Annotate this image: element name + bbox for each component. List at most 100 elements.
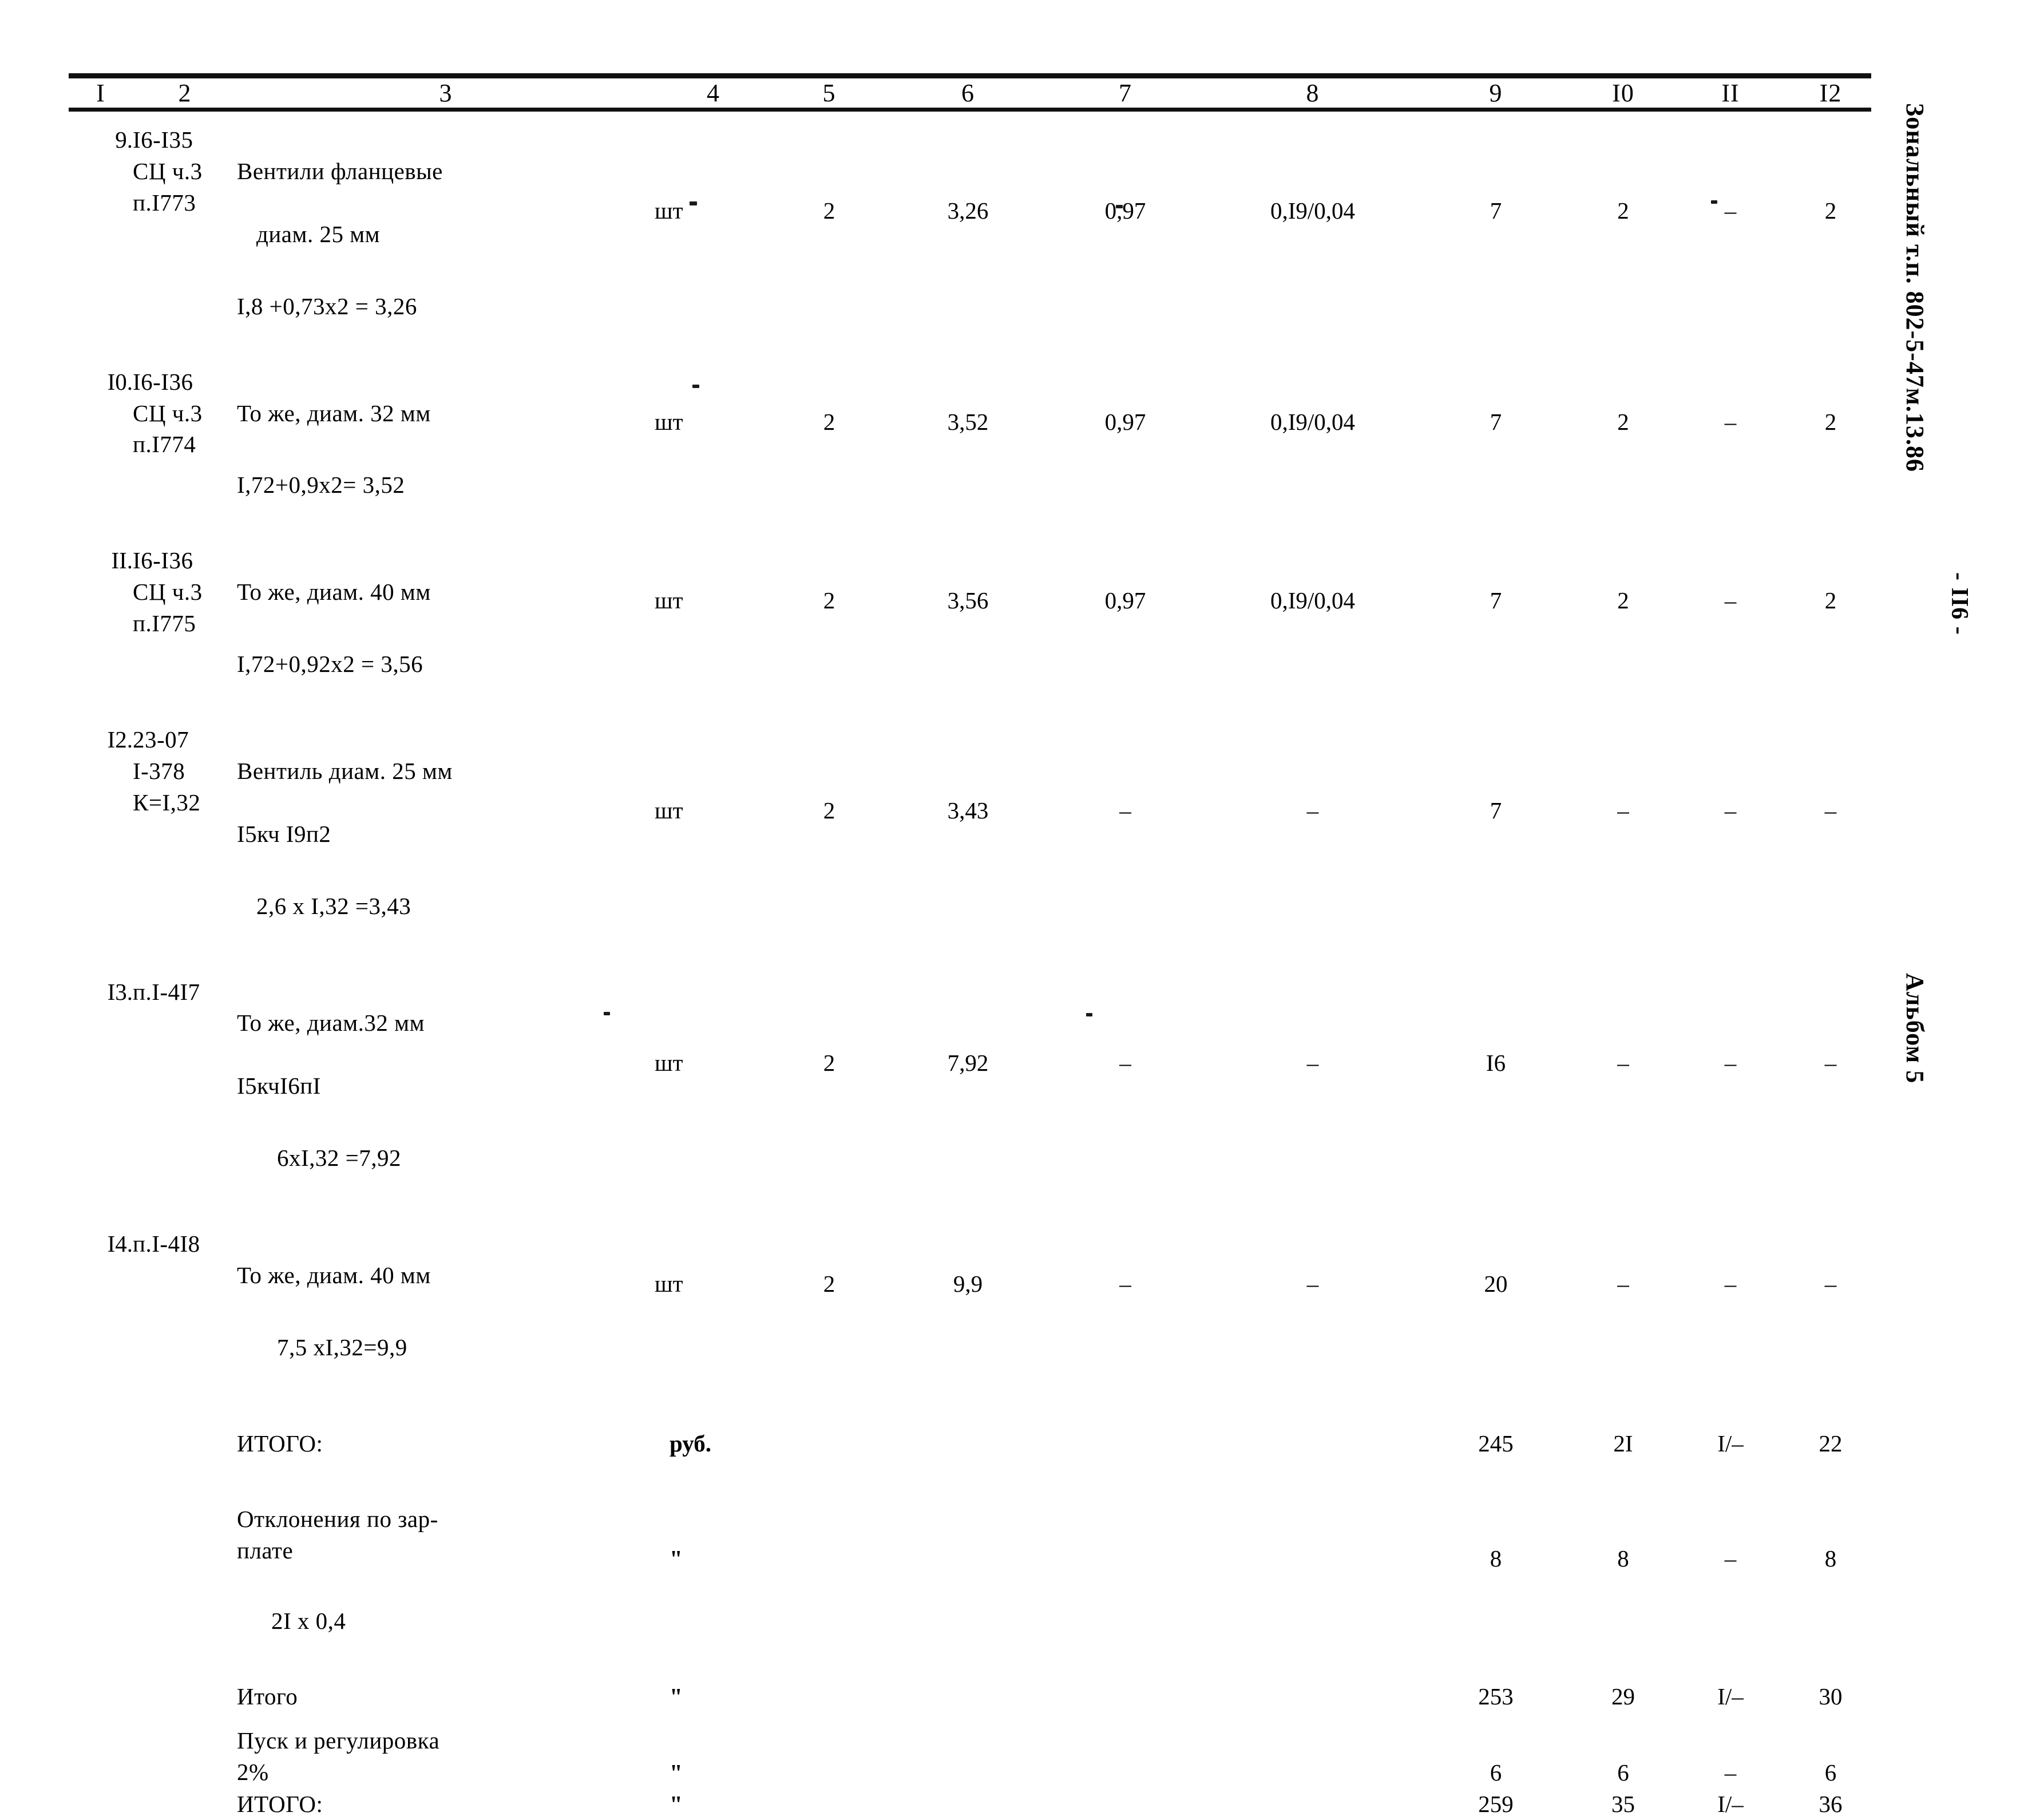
totals-row: Итого " 253 29 I/– 30 — [69, 1681, 1879, 1712]
estimate-table-block: I 2 3 4 5 6 7 8 9 I0 II I2 9. I6-I35 СЦ … — [69, 73, 1871, 1820]
row-col9: I6 — [1486, 1049, 1506, 1076]
desc-line-3: I,8 +0,73х2 = 3,26 — [237, 292, 417, 319]
desc-line-2: I5кч I9п2 — [237, 820, 331, 847]
row-col12: 2 — [1824, 408, 1837, 435]
row-col12: – — [1824, 1271, 1837, 1297]
row-unit-text: шт — [655, 197, 683, 224]
totals-empty-6 — [886, 1789, 1049, 1820]
totals-empty-1 — [69, 1681, 133, 1712]
row-col7: 0,97 — [1104, 408, 1146, 435]
estimate-table: I 2 3 4 5 6 7 8 9 I0 II I2 — [69, 78, 1879, 108]
totals-col9: 253 — [1478, 1683, 1514, 1710]
row-col7: 0,97 — [1104, 197, 1146, 224]
totals-unit: руб. — [670, 1430, 711, 1457]
totals-col10: 29 — [1611, 1683, 1635, 1710]
row-number: I0. — [107, 368, 133, 395]
row-unit-text: шт — [655, 1271, 683, 1297]
row-spacer — [69, 1395, 1879, 1428]
row-description: То же, диам. 32 мм I,72+0,9х2= 3,52 — [237, 366, 655, 533]
table-header-row: I 2 3 4 5 6 7 8 9 I0 II I2 — [69, 78, 1879, 108]
table-top-rule — [69, 73, 1871, 78]
column-header-3: 3 — [439, 79, 453, 107]
totals-col9: 6 — [1490, 1759, 1502, 1786]
row-col5: 2 — [823, 587, 835, 614]
row-unit-text: шт — [655, 587, 683, 614]
totals-empty-1 — [69, 1472, 133, 1669]
row-col9: 7 — [1490, 408, 1502, 435]
totals-unit: " — [670, 1683, 683, 1710]
totals-empty-7 — [1049, 1428, 1201, 1459]
totals-unit-text: " — [670, 1545, 683, 1572]
totals-row: ИТОГО: руб. 245 2I I/– 22 — [69, 1428, 1879, 1459]
scan-speck — [1116, 205, 1123, 208]
totals-col11: – — [1724, 1759, 1737, 1786]
row-col5: 2 — [823, 1049, 835, 1076]
row-col6: 3,56 — [947, 587, 989, 614]
totals-unit: " — [655, 1725, 772, 1789]
row-number: I2. — [107, 726, 133, 753]
row-unit-text: шт — [655, 1049, 683, 1076]
totals-empty-1 — [69, 1428, 133, 1459]
row-col5: 2 — [823, 797, 835, 824]
row-col6: 3,43 — [947, 797, 989, 824]
row-col11: – — [1724, 797, 1737, 824]
desc-line-1: То же, диам.32 мм — [237, 1010, 425, 1036]
totals-empty-2 — [133, 1681, 237, 1712]
row-col8: – — [1306, 1049, 1319, 1076]
totals-empty-5 — [772, 1789, 886, 1820]
row-number: II. — [111, 547, 133, 574]
scan-speck — [692, 385, 699, 388]
row-code: I6-I36 СЦ ч.3 п.I774 — [133, 368, 203, 458]
desc-line-3: 6хI,32 =7,92 — [277, 1145, 402, 1172]
row-code: п.I-4I8 — [133, 1231, 200, 1257]
column-header-6: 6 — [961, 79, 975, 107]
column-header-7: 7 — [1119, 79, 1132, 107]
scan-speck — [604, 1012, 610, 1015]
row-col11: – — [1724, 408, 1737, 435]
document-page: I 2 3 4 5 6 7 8 9 I0 II I2 9. I6-I35 СЦ … — [0, 0, 2028, 1817]
totals-empty-7 — [1049, 1472, 1201, 1669]
row-col10: 2 — [1617, 587, 1629, 614]
totals-col9: 8 — [1490, 1545, 1502, 1572]
row-unit-text: шт — [655, 797, 683, 824]
column-header-4: 4 — [707, 79, 720, 107]
table-header-rule — [69, 108, 1871, 112]
totals-label: ИТОГО: — [237, 1791, 323, 1818]
totals-empty-2 — [133, 1472, 237, 1669]
totals-col10: 8 — [1617, 1545, 1629, 1572]
row-col5: 2 — [823, 408, 835, 435]
totals-empty-6 — [886, 1428, 1049, 1459]
desc-line-1: Вентили фланцевые — [237, 157, 443, 184]
row-number: I3. — [107, 978, 133, 1005]
totals-row: ИТОГО: " 259 35 I/– 36 — [69, 1789, 1879, 1820]
column-header-10: I0 — [1612, 79, 1634, 107]
totals-col11: – — [1724, 1545, 1737, 1572]
totals-empty-6 — [886, 1472, 1049, 1669]
row-col6: 3,26 — [947, 197, 989, 224]
table-row: I3. п.I-4I7 То же, диам.32 мм I5кчI6пI 6… — [69, 976, 1879, 1206]
totals-empty-2 — [133, 1789, 237, 1820]
row-description: То же, диам.32 мм I5кчI6пI 6хI,32 =7,92 — [237, 976, 655, 1206]
document-reference-margin: Зональный т.п. 802-5-47м.13.86 — [1901, 103, 1929, 472]
column-header-9: 9 — [1489, 79, 1503, 107]
column-header-8: 8 — [1306, 79, 1320, 107]
totals-empty-8 — [1201, 1681, 1424, 1712]
row-col8: – — [1306, 797, 1319, 824]
totals-label: Итого — [237, 1683, 298, 1710]
row-col11: – — [1724, 587, 1737, 614]
row-spacer — [69, 354, 1879, 366]
row-description: То же, диам. 40 мм 7,5 хI,32=9,9 — [237, 1228, 655, 1395]
row-col7: – — [1119, 797, 1131, 824]
row-description: Вентили фланцевые диам. 25 мм I,8 +0,73х… — [237, 124, 655, 354]
row-col7: – — [1119, 1271, 1131, 1297]
totals-empty-6 — [886, 1681, 1049, 1712]
totals-col11: I/– — [1717, 1683, 1744, 1710]
totals-empty-7 — [1049, 1725, 1201, 1789]
row-spacer — [69, 1668, 1879, 1681]
totals-empty-2 — [133, 1725, 237, 1789]
column-header-1: I — [96, 79, 105, 107]
desc-line-1: Вентиль диам. 25 мм — [237, 757, 453, 784]
column-header-12: I2 — [1819, 79, 1842, 107]
desc-line-2: диам. 25 мм — [256, 220, 381, 247]
totals-empty-5 — [772, 1681, 886, 1712]
